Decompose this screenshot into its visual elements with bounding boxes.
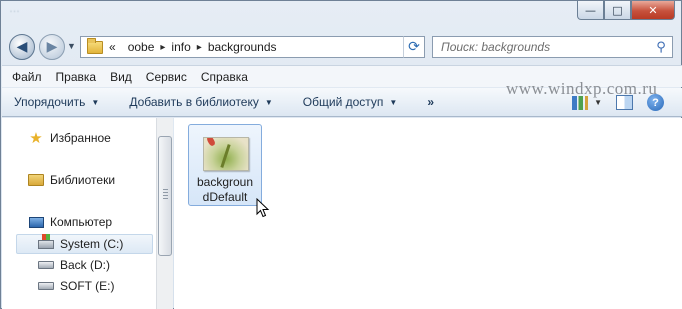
- search-icon[interactable]: ⚲: [650, 40, 672, 55]
- forward-button[interactable]: ▶: [39, 34, 65, 60]
- nav-pane-scrollbar[interactable]: [156, 118, 173, 309]
- computer-icon: [28, 214, 44, 230]
- breadcrumb-oobe[interactable]: oobe: [128, 40, 155, 54]
- drive-icon: [38, 257, 54, 273]
- recent-pages-dropdown[interactable]: ▼: [67, 41, 76, 51]
- breadcrumb-separator[interactable]: ▸: [160, 42, 165, 53]
- nav-item-label: SOFT (E:): [60, 279, 115, 293]
- watermark: www.windxp.com.ru: [506, 79, 658, 98]
- file-name-line: dDefault: [202, 190, 248, 204]
- nav-item-drive-c[interactable]: System (C:): [38, 233, 124, 254]
- nav-item-label: Back (D:): [60, 258, 111, 272]
- add-to-library-button[interactable]: Добавить в библиотеку ▼: [129, 95, 272, 109]
- add-to-library-label: Добавить в библиотеку: [129, 95, 259, 109]
- share-label: Общий доступ: [302, 95, 384, 109]
- image-thumbnail: [203, 137, 249, 171]
- nav-item-label: Избранное: [50, 131, 111, 145]
- chevron-down-icon: ▼: [91, 97, 100, 107]
- more-commands-button[interactable]: »: [427, 95, 434, 109]
- menu-help[interactable]: Справка: [201, 70, 248, 84]
- file-name: backgroun dDefault: [189, 175, 261, 205]
- close-button[interactable]: ✕: [631, 1, 675, 20]
- view-options-dropdown[interactable]: ▼: [594, 98, 602, 107]
- menu-tools[interactable]: Сервис: [146, 70, 187, 84]
- system-drive-icon: [38, 233, 54, 252]
- menu-edit[interactable]: Правка: [56, 70, 97, 84]
- refresh-icon: ⟳: [408, 39, 420, 55]
- libraries-icon: [28, 172, 44, 188]
- address-bar[interactable]: « oobe ▸ info ▸ backgrounds ▼: [80, 36, 425, 58]
- minimize-button[interactable]: —: [577, 1, 604, 20]
- breadcrumb-info[interactable]: info: [171, 40, 190, 54]
- nav-item-label: Компьютер: [50, 215, 113, 229]
- nav-item-favorites[interactable]: ★ Избранное: [28, 128, 111, 148]
- back-arrow-icon: ◀: [16, 39, 28, 55]
- breadcrumb-separator[interactable]: ▸: [197, 42, 202, 53]
- chevron-down-icon: ▼: [264, 97, 273, 107]
- search-box[interactable]: Поиск: backgrounds ⚲: [432, 36, 673, 58]
- explorer-window: … — □ ✕ ◀ ▶ ▼ « oobe ▸ info ▸ background…: [0, 0, 682, 309]
- refresh-button[interactable]: ⟳: [403, 36, 425, 58]
- breadcrumb-overflow[interactable]: «: [109, 40, 116, 54]
- nav-item-libraries[interactable]: Библиотеки: [28, 170, 115, 190]
- file-name-line: backgroun: [196, 175, 254, 189]
- menu-view[interactable]: Вид: [110, 70, 132, 84]
- scroll-thumb[interactable]: [158, 136, 172, 256]
- navigation-pane: ★ Избранное Библиотеки Компьютер System …: [2, 118, 156, 309]
- caption-buttons: — □ ✕: [577, 1, 675, 23]
- breadcrumb-backgrounds[interactable]: backgrounds: [208, 40, 277, 54]
- navigation-buttons: ◀ ▶ ▼: [9, 34, 76, 60]
- nav-item-label: System (C:): [60, 237, 124, 251]
- maximize-button[interactable]: □: [604, 1, 631, 20]
- nav-item-computer[interactable]: Компьютер: [28, 212, 112, 232]
- background-text: …: [9, 3, 20, 15]
- file-item[interactable]: backgroun dDefault: [188, 124, 262, 206]
- star-icon: ★: [29, 129, 43, 147]
- drive-icon: [38, 278, 54, 294]
- share-button[interactable]: Общий доступ ▼: [303, 95, 398, 109]
- organize-button[interactable]: Упорядочить ▼: [14, 95, 99, 109]
- folder-icon: [87, 37, 103, 54]
- back-button[interactable]: ◀: [9, 34, 35, 60]
- scroll-grip: [163, 189, 168, 201]
- organize-label: Упорядочить: [14, 95, 86, 109]
- forward-arrow-icon: ▶: [46, 39, 58, 55]
- menu-file[interactable]: Файл: [12, 70, 42, 84]
- nav-item-drive-e[interactable]: SOFT (E:): [38, 276, 114, 296]
- nav-item-label: Библиотеки: [50, 173, 116, 187]
- nav-item-drive-d[interactable]: Back (D:): [38, 255, 110, 275]
- chevron-down-icon: ▼: [389, 97, 398, 107]
- search-input[interactable]: Поиск: backgrounds: [433, 40, 650, 54]
- file-list: backgroun dDefault: [174, 118, 682, 309]
